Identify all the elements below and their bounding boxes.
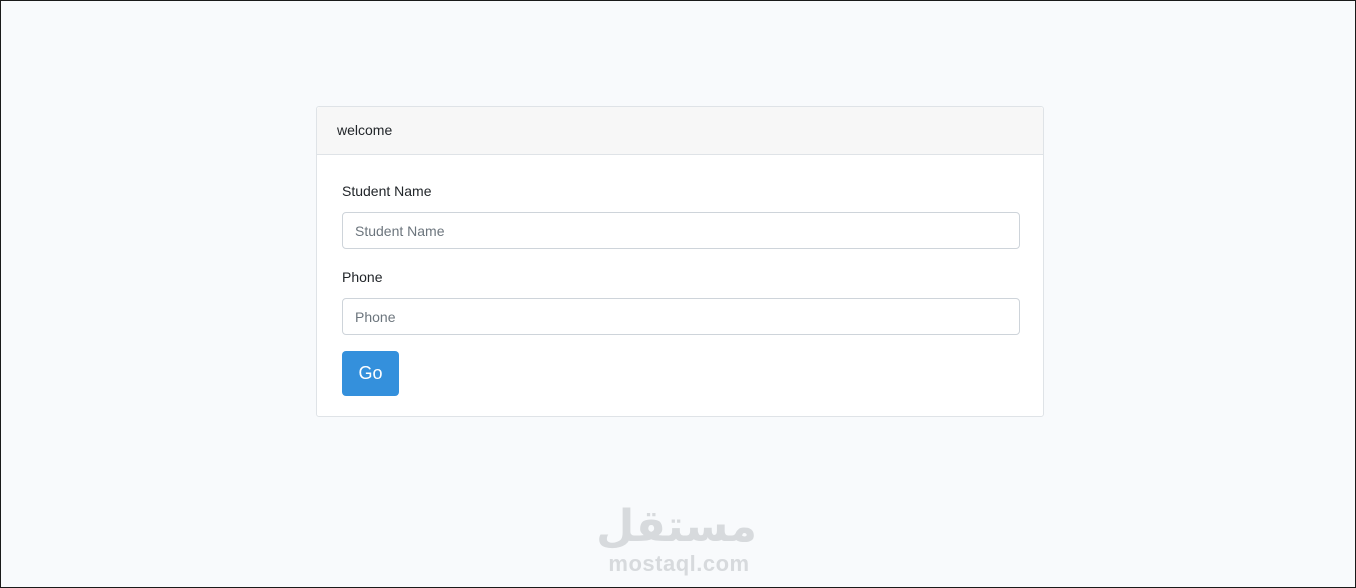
watermark-site: mostaql.com [608,551,750,576]
welcome-card: welcome Student Name Phone Go [316,106,1044,417]
watermark-logo: مستقل [596,501,757,552]
student-form: Student Name Phone Go [342,183,1020,396]
phone-label: Phone [342,269,383,285]
card-header-title: welcome [337,122,393,138]
card-header: welcome [317,107,1043,155]
phone-group: Phone [342,269,1020,335]
student-name-input[interactable] [342,212,1020,249]
phone-input[interactable] [342,298,1020,335]
mostaql-watermark: مستقل mostaql.com [596,501,757,576]
card-body: Student Name Phone Go [317,155,1043,396]
student-name-label: Student Name [342,183,432,199]
page-frame: welcome Student Name Phone Go مستقل most… [0,0,1356,588]
go-button[interactable]: Go [342,351,399,396]
student-name-group: Student Name [342,183,1020,249]
